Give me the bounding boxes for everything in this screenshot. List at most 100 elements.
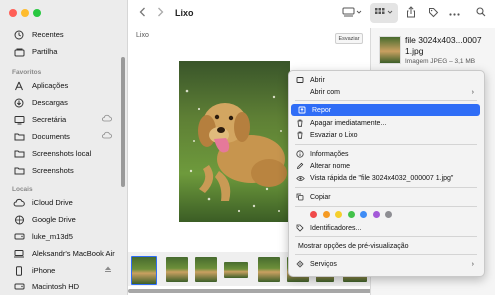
menu-item-label: Alterar nome (310, 162, 351, 170)
menu-item-label: Identificadores... (310, 224, 362, 232)
horizontal-scrollbar[interactable] (128, 289, 372, 293)
google-drive-icon (12, 214, 26, 226)
tag-color-dot[interactable] (335, 211, 342, 218)
menu-separator (295, 206, 477, 207)
sidebar-item-screenshots[interactable]: Screenshots (8, 163, 118, 178)
menu-item-repor[interactable]: Repor (291, 104, 480, 116)
share-icon (406, 6, 416, 20)
copy-icon (295, 193, 305, 201)
menu-item-label: Serviços (310, 260, 337, 268)
sidebar-item-secretaria[interactable]: Secretária (8, 112, 118, 127)
clock-icon (12, 29, 26, 41)
sidebar-item-aplicacoes[interactable]: Aplicações (8, 78, 118, 93)
sidebar-item-partilha[interactable]: Partilha (8, 44, 118, 59)
menu-item-identificadores[interactable]: Identificadores... (289, 222, 482, 234)
menu-separator (295, 100, 477, 101)
sidebar-item-label: luke_m13d5 (32, 232, 73, 241)
sidebar-item-label: iPhone (32, 266, 56, 275)
preview-thumbnail (379, 36, 401, 64)
sidebar-item-documents[interactable]: Documents (8, 129, 118, 144)
menu-item-apagar-imediatamente[interactable]: Apagar imediatamente... (289, 117, 482, 129)
menu-item-label: Informações (310, 150, 349, 158)
tag-color-dot[interactable] (385, 211, 392, 218)
tag-color-dot[interactable] (347, 211, 355, 218)
tag-color-dot[interactable] (322, 211, 330, 218)
sidebar-item-google-drive[interactable]: Google Drive (8, 212, 118, 227)
tag-icon (428, 7, 439, 20)
sidebar-item-screenshots-local[interactable]: Screenshots local (8, 146, 118, 161)
empty-trash-button[interactable]: Esvaziar (335, 33, 363, 44)
menu-item-label: Esvaziar o Lixo (310, 131, 358, 139)
network-drive-icon (12, 231, 26, 243)
desktop-icon (12, 114, 26, 126)
sidebar-item-label: Descargas (32, 98, 68, 107)
menu-item-label: Vista rápida de "file 3024x4032_000007 1… (310, 174, 454, 182)
thumbnail[interactable] (166, 257, 188, 282)
close-window-button[interactable] (9, 9, 17, 17)
zoom-window-button[interactable] (33, 9, 41, 17)
sidebar-item-label: Partilha (32, 47, 58, 56)
tag-color-dot[interactable] (372, 211, 380, 218)
menu-item-abrir-com[interactable]: Abrir com › (289, 86, 482, 98)
menu-item-abrir[interactable]: Abrir (289, 74, 482, 86)
selected-photo[interactable] (179, 61, 290, 222)
ellipsis-icon (448, 9, 460, 18)
menu-separator (295, 144, 477, 145)
sidebar-item-label: Documents (32, 132, 70, 141)
tags-button[interactable] (426, 6, 440, 20)
folder-icon (12, 131, 26, 143)
chevron-right-icon: › (471, 260, 474, 268)
sidebar-item-macintosh-hd[interactable]: Macintosh HD (8, 279, 118, 294)
menu-item-label: Copiar (310, 193, 331, 201)
thumbnail-selected[interactable] (131, 256, 157, 285)
folder-icon (12, 148, 26, 160)
thumbnail[interactable] (258, 257, 280, 282)
menu-item-informacoes[interactable]: Informações (289, 148, 482, 160)
share-button[interactable] (404, 6, 418, 20)
sidebar-item-recentes[interactable]: Recentes (8, 27, 118, 42)
thumbnail[interactable] (224, 262, 248, 278)
gear-icon (295, 260, 305, 268)
sidebar-item-iphone[interactable]: iPhone (8, 263, 118, 278)
menu-item-copiar[interactable]: Copiar (289, 191, 482, 203)
icloud-status-icon (101, 114, 112, 124)
thumbnail[interactable] (195, 257, 217, 282)
menu-item-vista-rapida[interactable]: Vista rápida de "file 3024x4032_000007 1… (289, 172, 482, 184)
trash-icon (295, 131, 305, 139)
menu-item-alterar-nome[interactable]: Alterar nome (289, 160, 482, 172)
pencil-icon (295, 162, 305, 170)
more-button[interactable] (447, 6, 461, 20)
info-icon (295, 150, 305, 158)
trash-icon (295, 119, 305, 127)
chevron-left-icon (139, 7, 146, 19)
tag-color-dot[interactable] (310, 211, 317, 218)
view-options-button[interactable] (341, 6, 363, 20)
locations-heading: Locais (12, 186, 33, 193)
forward-button[interactable] (153, 6, 167, 20)
chevron-right-icon: › (471, 88, 474, 96)
minimize-window-button[interactable] (21, 9, 29, 17)
menu-item-servicos[interactable]: Serviços › (289, 258, 482, 270)
eye-icon (295, 175, 305, 182)
laptop-icon (12, 248, 26, 260)
sidebar-item-label: Screenshots (32, 166, 74, 175)
sidebar-item-luke[interactable]: luke_m13d5 (8, 229, 118, 244)
group-options[interactable] (373, 6, 395, 20)
menu-item-label: Abrir com (310, 88, 340, 96)
eject-icon[interactable] (104, 265, 112, 275)
preview-file-info: Imagem JPEG – 3,1 MB (405, 58, 476, 65)
menu-item-esvaziar-lixo[interactable]: Esvaziar o Lixo (289, 129, 482, 141)
search-button[interactable] (474, 6, 488, 20)
cloud-icon (12, 197, 26, 209)
menu-item-label: Repor (312, 106, 332, 114)
back-button[interactable] (135, 6, 149, 20)
menu-item-mostrar-opcoes[interactable]: Mostrar opções de pré-visualização (289, 240, 482, 252)
sidebar-item-macbook[interactable]: Aleksandr's MacBook Air (8, 246, 118, 261)
icloud-status-icon (101, 131, 112, 141)
sidebar-item-descargas[interactable]: Descargas (8, 95, 118, 110)
applications-icon (12, 80, 26, 92)
sidebar-scrollbar[interactable] (121, 57, 125, 187)
share-icon (12, 46, 26, 58)
tag-color-dot[interactable] (360, 211, 367, 218)
sidebar-item-icloud-drive[interactable]: iCloud Drive (8, 195, 118, 210)
